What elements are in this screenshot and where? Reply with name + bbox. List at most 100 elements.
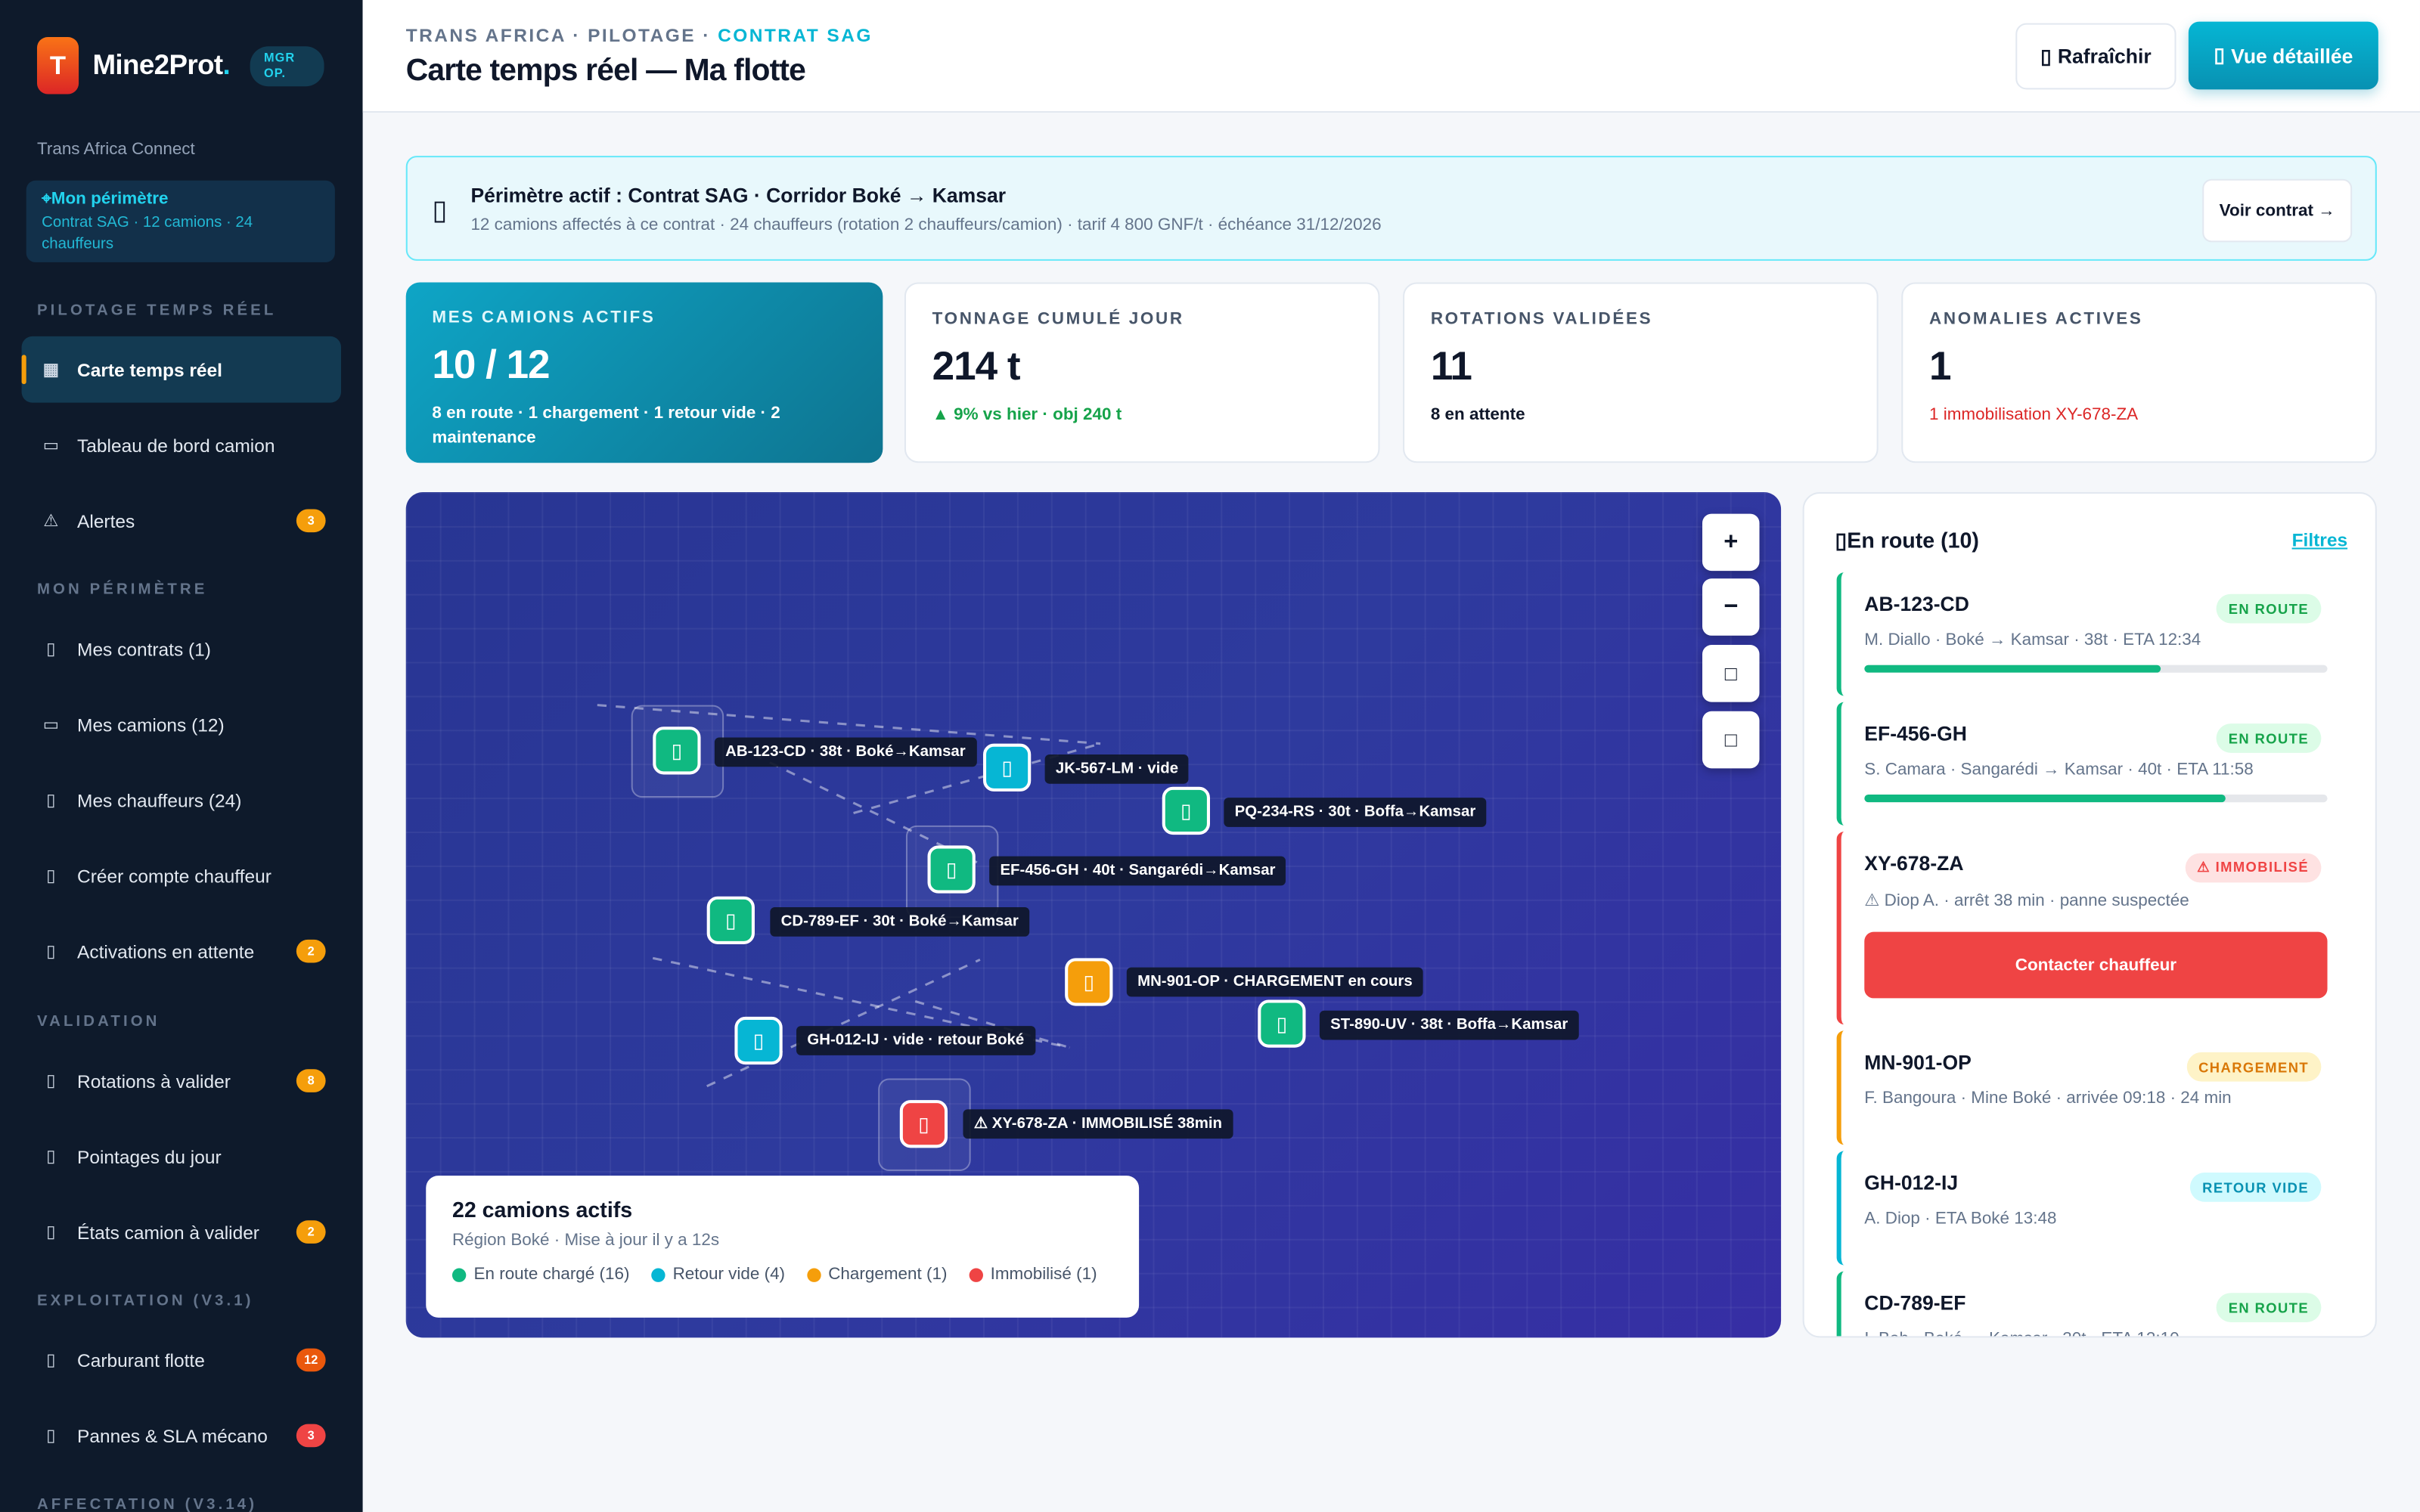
kpi-sub: 8 en attente: [1430, 405, 1525, 425]
kpi-label: ROTATIONS VALIDÉES: [1430, 310, 1653, 329]
perimeter-title: ⌖Mon périmètre: [42, 190, 169, 209]
truck-marker-label: JK-567-LM · vide: [1044, 754, 1190, 784]
layers-button[interactable]: □: [1702, 711, 1760, 769]
brand[interactable]: T Mine2Prot. MGR OP.: [36, 36, 324, 94]
kpi-tonnage[interactable]: TONNAGE CUMULÉ JOUR 214 t ▲ 9% vs hier ·…: [904, 282, 1380, 463]
truck-marker[interactable]: ▯: [927, 845, 976, 894]
legend-dot: [969, 1267, 983, 1281]
status-badge: EN ROUTE: [2216, 723, 2322, 753]
sidebar-item-chauffeurs[interactable]: ▯ Mes chauffeurs (24): [22, 767, 341, 833]
sidebar-item-contrats[interactable]: ▯ Mes contrats (1): [22, 615, 341, 682]
filters-link[interactable]: Filtres: [2292, 529, 2348, 551]
sidebar-item-tableau-camion[interactable]: ▭ Tableau de bord camion: [22, 412, 341, 479]
app-logo: T: [36, 36, 79, 94]
kpi-active-trucks[interactable]: MES CAMIONS ACTIFS 10 / 12 8 en route · …: [405, 282, 883, 463]
trip-progress-bar: [1864, 795, 2328, 803]
sidebar-item-rotations[interactable]: ▯ Rotations à valider 8: [22, 1048, 341, 1114]
refresh-button[interactable]: ▯ Rafraîchir: [2015, 23, 2176, 90]
sidebar-item-carburant[interactable]: ▯ Carburant flotte 12: [22, 1327, 341, 1393]
eye-icon: ▯: [2214, 43, 2225, 67]
check-icon: ▯: [46, 1072, 56, 1091]
truck-card[interactable]: AB-123-CD EN ROUTE M. Diallo · Boké → Ka…: [1836, 572, 2346, 696]
truck-card[interactable]: EF-456-GH EN ROUTE S. Camara · Sangarédi…: [1836, 702, 2346, 826]
fuel-icon: ▯: [46, 1351, 56, 1371]
trip-progress-fill: [1864, 665, 2161, 673]
truck-marker[interactable]: ▯: [1162, 786, 1210, 835]
truck-card[interactable]: MN-901-OP CHARGEMENT F. Bangoura · Mine …: [1836, 1030, 2346, 1145]
etat-count-badge: 2: [296, 1220, 326, 1244]
en-route-panel: ▯En route (10) Filtres AB-123-CD EN ROUT…: [1802, 492, 2377, 1338]
wrench-icon: ▯: [46, 1427, 56, 1446]
breadcrumb: TRANS AFRICA · PILOTAGE · CONTRAT SAG: [405, 24, 873, 47]
sidebar: T Mine2Prot. MGR OP. Trans Africa Connec…: [0, 0, 363, 1512]
truck-icon: ▯: [1181, 798, 1192, 822]
sidebar-item-pointages[interactable]: ▯ Pointages du jour: [22, 1123, 341, 1190]
kpi-value: 10 / 12: [432, 341, 550, 388]
truck-marker-label: GH-012-IJ · vide · retour Boké: [796, 1026, 1035, 1055]
organization-name: Trans Africa Connect: [36, 140, 195, 160]
sidebar-item-pannes[interactable]: ▯ Pannes & SLA mécano 3: [22, 1402, 341, 1469]
truck-marker[interactable]: ▯: [734, 1016, 783, 1065]
sidebar-item-activations[interactable]: ▯ Activations en attente 2: [22, 918, 341, 984]
truck-marker-label: ⚠ XY-678-ZA · IMMOBILISÉ 38min: [963, 1109, 1233, 1139]
truck-marker-label: EF-456-GH · 40t · Sangarédi→Kamsar: [989, 856, 1286, 886]
status-badge: ⚠ IMMOBILISÉ: [2184, 853, 2322, 883]
detailed-view-button[interactable]: ▯ Vue détaillée: [2188, 21, 2378, 90]
clipboard-icon: ▯: [46, 1148, 56, 1167]
clock-icon: ▯: [46, 942, 56, 962]
sidebar-item-camions[interactable]: ▭ Mes camions (12): [22, 691, 341, 758]
truck-marker-label: CD-789-EF · 30t · Boké→Kamsar: [770, 906, 1030, 937]
sidebar-item-etats-camion[interactable]: ▯ États camion à valider 2: [22, 1199, 341, 1266]
warning-icon: ⚠: [43, 512, 59, 531]
truck-icon: ▭: [42, 436, 59, 456]
truck-marker[interactable]: ▯: [982, 743, 1032, 792]
perimeter-banner: ▯ Périmètre actif : Contrat SAG · Corrid…: [405, 156, 2377, 261]
status-badge: EN ROUTE: [2216, 593, 2322, 624]
truck-marker[interactable]: ▯: [653, 727, 701, 775]
sidebar-item-carte-temps-reel[interactable]: ▦ Carte temps réel: [21, 336, 342, 403]
truck-icon: ▯: [1083, 969, 1095, 993]
contact-driver-button[interactable]: Contacter chauffeur: [1864, 931, 2328, 999]
banner-subtitle: 12 camions affectés à ce contrat · 24 ch…: [470, 215, 1382, 235]
legend-dot: [451, 1267, 467, 1281]
kpi-anomalies[interactable]: ANOMALIES ACTIVES 1 1 immobilisation XY-…: [1901, 282, 2377, 463]
fullscreen-button[interactable]: □: [1702, 645, 1760, 702]
pin-icon: ⌖: [42, 190, 51, 209]
truck-card[interactable]: GH-012-IJ RETOUR VIDE A. Diop · ETA Boké…: [1836, 1151, 2346, 1266]
kpi-sub: 1 immobilisation XY-678-ZA: [1929, 405, 2139, 425]
zoom-out-button[interactable]: −: [1702, 578, 1760, 636]
user-plus-icon: ▯: [46, 866, 56, 886]
truck-marker-immobilized[interactable]: ▯: [899, 1100, 948, 1148]
truck-icon: ▯: [1001, 754, 1013, 779]
sidebar-item-creer-chauffeur[interactable]: ▯ Créer compte chauffeur: [22, 842, 341, 909]
fullscreen-icon: □: [1724, 662, 1737, 686]
zoom-in-button[interactable]: +: [1702, 513, 1760, 572]
legend-item: Immobilisé (1): [969, 1265, 1097, 1284]
status-badge: RETOUR VIDE: [2189, 1173, 2322, 1202]
section-affectation: AFFECTATION (V3.14): [36, 1496, 258, 1512]
truck-marker[interactable]: ▯: [1258, 999, 1306, 1048]
map-icon: ▦: [42, 361, 59, 380]
app-name: Mine2Prot.: [92, 49, 231, 81]
page-title: Carte temps réel — Ma flotte: [405, 54, 806, 88]
perimeter-box[interactable]: ⌖Mon périmètre Contrat SAG · 12 camions …: [26, 180, 335, 262]
truck-icon: ▯: [671, 738, 683, 762]
users-icon: ▯: [46, 791, 56, 810]
truck-marker[interactable]: ▯: [1065, 958, 1113, 1006]
view-contract-button[interactable]: Voir contrat →: [2202, 178, 2353, 243]
fleet-map[interactable]: + − □ □ ▯ AB-123-CD · 38t · Boké→Kamsar …: [405, 492, 1782, 1338]
kpi-rotations[interactable]: ROTATIONS VALIDÉES 11 8 en attente: [1403, 282, 1879, 463]
truck-detail: S. Camara · Sangarédi → Kamsar · 40t · E…: [1864, 761, 2254, 779]
truck-marker[interactable]: ▯: [706, 896, 755, 944]
kpi-label: TONNAGE CUMULÉ JOUR: [932, 310, 1184, 329]
truck-card[interactable]: CD-789-EF EN ROUTE I. Bah · Boké → Kamsa…: [1836, 1271, 2346, 1337]
kpi-sub: 8 en route · 1 chargement · 1 retour vid…: [432, 404, 780, 448]
section-perimetre: MON PÉRIMÈTRE: [36, 581, 208, 599]
truck-icon: ▯: [945, 857, 957, 881]
kpi-value: 11: [1430, 342, 1472, 389]
legend-item: En route chargé (16): [451, 1265, 629, 1284]
truck-icon: ▯: [752, 1028, 765, 1052]
truck-icon: ▯: [1276, 1011, 1288, 1035]
sidebar-item-alertes[interactable]: ⚠ Alertes 3: [22, 488, 341, 554]
truck-card-immobilized[interactable]: XY-678-ZA ⚠ IMMOBILISÉ ⚠ Diop A. · arrêt…: [1836, 831, 2346, 1025]
